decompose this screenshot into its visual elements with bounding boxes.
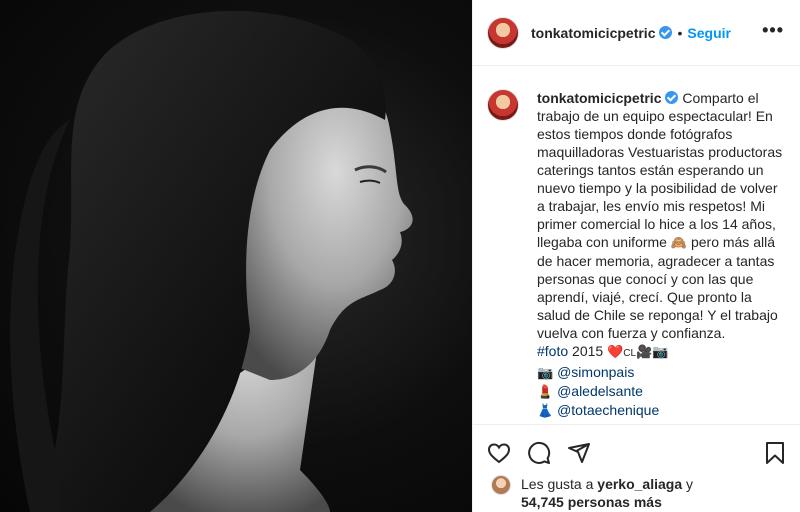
bookmark-icon[interactable] bbox=[763, 441, 787, 465]
camera-credit-icon: 📷 bbox=[537, 365, 554, 380]
caption-username[interactable]: tonkatomicicpetric bbox=[537, 90, 661, 106]
likes-prefix: Les gusta a bbox=[521, 476, 594, 492]
caption: tonkatomicicpetric Comparto el trabajo d… bbox=[487, 89, 787, 420]
likes-count[interactable]: 54,745 personas más bbox=[521, 494, 662, 510]
share-icon[interactable] bbox=[567, 441, 591, 465]
comments-section[interactable]: tonkatomicicpetric Comparto el trabajo d… bbox=[473, 67, 800, 424]
liker-username[interactable]: yerko_aliaga bbox=[597, 476, 682, 492]
post-photo bbox=[0, 0, 472, 512]
dress-credit-icon: 👗 bbox=[537, 403, 554, 418]
monkey-emoji-icon: 🙈 bbox=[670, 235, 688, 250]
caption-avatar[interactable] bbox=[487, 89, 519, 121]
caption-body-2: pero más allá de hacer memoria, agradece… bbox=[537, 234, 778, 341]
caption-verified-icon bbox=[665, 91, 679, 104]
hashtag-link[interactable]: #foto bbox=[537, 343, 568, 359]
comment-icon[interactable] bbox=[527, 441, 551, 465]
caption-body-1: Comparto el trabajo de un equipo especta… bbox=[537, 90, 783, 250]
post-actions: Les gusta a yerko_aliaga y 54,745 person… bbox=[473, 424, 800, 512]
likes-summary: Les gusta a yerko_aliaga y 54,745 person… bbox=[487, 475, 787, 511]
caption-text: tonkatomicicpetric Comparto el trabajo d… bbox=[537, 89, 787, 420]
separator-dot: • bbox=[677, 24, 683, 41]
verified-badge-icon bbox=[659, 26, 673, 39]
likes-connector: y bbox=[686, 476, 694, 492]
camera-emoji-icon: 🎥📷 bbox=[636, 344, 669, 359]
more-options-icon[interactable]: ••• bbox=[762, 21, 784, 39]
liker-avatar[interactable] bbox=[491, 475, 511, 495]
mention-aledelsante[interactable]: @aledelsante bbox=[557, 383, 643, 399]
action-icons bbox=[487, 433, 787, 473]
portrait-image bbox=[10, 10, 413, 512]
mention-simonpais[interactable]: @simonpais bbox=[557, 364, 634, 380]
follow-button[interactable]: Seguir bbox=[687, 25, 731, 41]
caption-year: 2015 bbox=[572, 343, 604, 359]
heart-icon[interactable] bbox=[487, 441, 511, 465]
post-header: tonkatomicicpetric • Seguir ••• bbox=[473, 0, 800, 66]
post-side-panel: tonkatomicicpetric • Seguir ••• tonkatom… bbox=[472, 0, 800, 512]
likes-text: Les gusta a yerko_aliaga y 54,745 person… bbox=[521, 475, 693, 511]
lipstick-credit-icon: 💄 bbox=[537, 384, 554, 399]
author-avatar[interactable] bbox=[487, 16, 519, 49]
cl-flag: CL bbox=[623, 348, 637, 359]
mention-totaechenique[interactable]: @totaechenique bbox=[557, 402, 659, 418]
heart-emoji-icon: ❤️ bbox=[607, 344, 624, 359]
author-username[interactable]: tonkatomicicpetric bbox=[531, 25, 655, 41]
